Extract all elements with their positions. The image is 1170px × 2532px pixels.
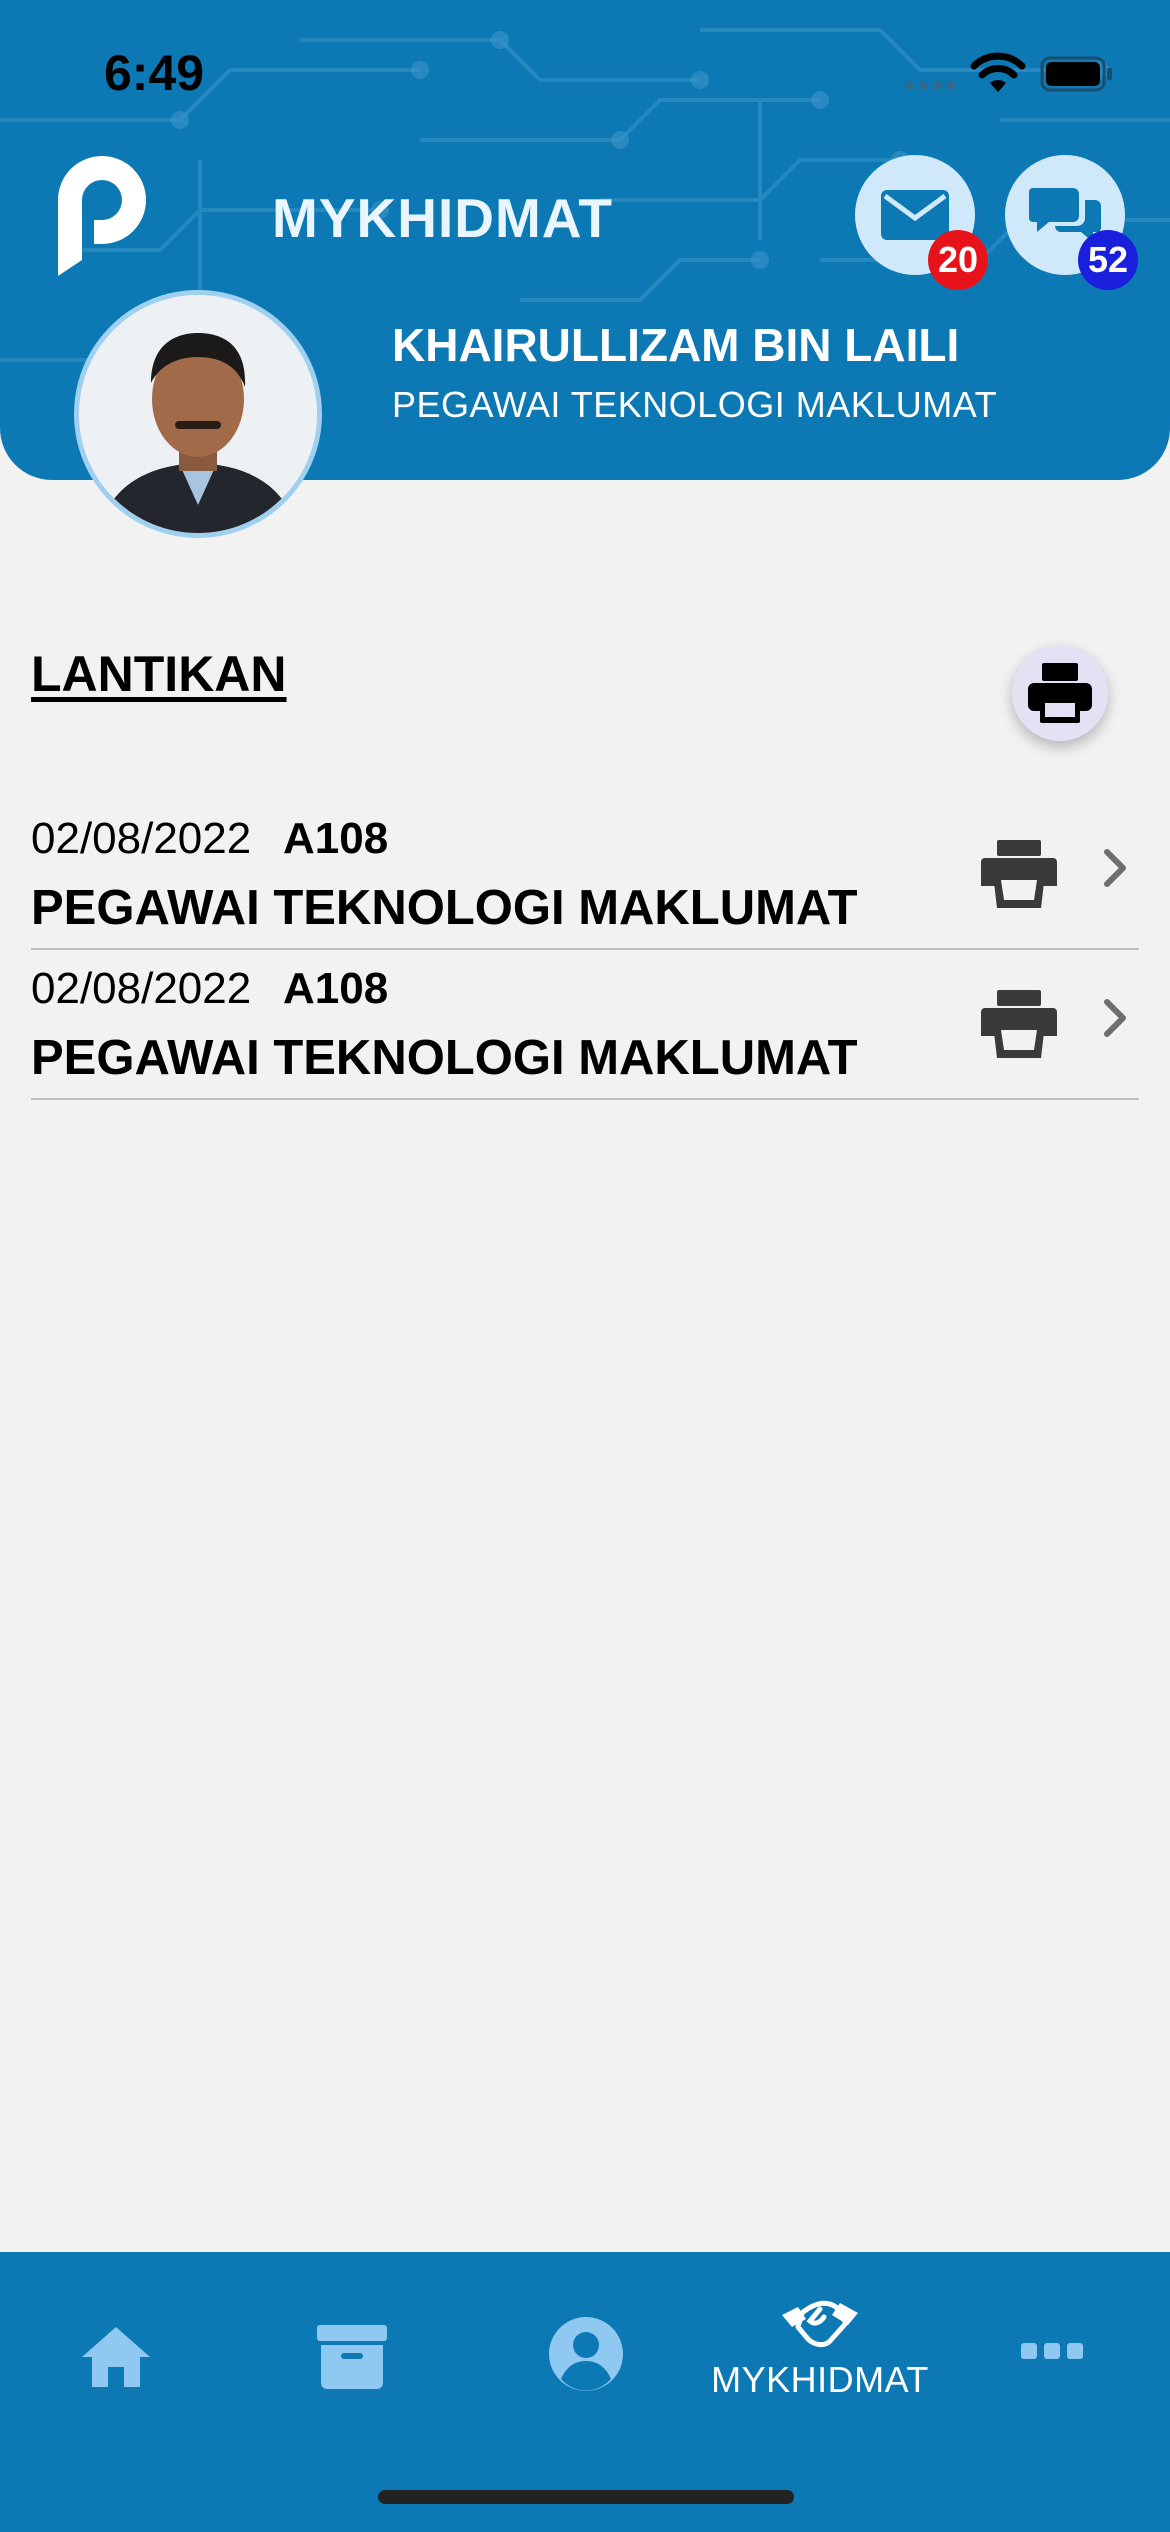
mail-icon	[881, 190, 949, 240]
user-position: PEGAWAI TEKNOLOGI MAKLUMAT	[392, 384, 998, 425]
avatar[interactable]	[74, 290, 322, 538]
home-indicator[interactable]	[378, 2490, 794, 2504]
nav-home[interactable]	[76, 2317, 156, 2397]
home-icon	[82, 2327, 150, 2387]
nav-archive[interactable]	[312, 2317, 392, 2397]
appointment-code: A108	[283, 814, 389, 863]
printer-icon[interactable]	[981, 990, 1057, 1058]
nav-label: MYKHIDMAT	[711, 2359, 929, 2400]
profile-icon	[549, 2317, 623, 2391]
print-all-button[interactable]	[1012, 645, 1108, 741]
appointment-date: 02/08/2022	[31, 814, 252, 863]
chevron-right-icon[interactable]	[1103, 848, 1127, 888]
status-time: 6:49	[104, 45, 205, 101]
more-icon	[1021, 2343, 1083, 2359]
cellular-signal-icon	[905, 81, 956, 90]
printer-icon[interactable]	[981, 840, 1057, 908]
app-logo-icon	[58, 156, 146, 276]
avatar-photo	[79, 295, 317, 533]
battery-icon	[1040, 56, 1112, 92]
nav-profile[interactable]	[544, 2312, 628, 2396]
appointment-date: 02/08/2022	[31, 964, 252, 1013]
list-item[interactable]: 02/08/2022 A108 PEGAWAI TEKNOLOGI MAKLUM…	[31, 800, 1139, 950]
section-title: LANTIKAN	[31, 646, 287, 702]
chevron-right-icon[interactable]	[1103, 998, 1127, 1038]
nav-more[interactable]	[1012, 2327, 1092, 2377]
list-item[interactable]: 02/08/2022 A108 PEGAWAI TEKNOLOGI MAKLUM…	[31, 950, 1139, 1100]
appointment-position: PEGAWAI TEKNOLOGI MAKLUMAT	[31, 881, 858, 935]
handshake-icon	[782, 2300, 858, 2348]
archive-icon	[317, 2325, 387, 2389]
appointment-position: PEGAWAI TEKNOLOGI MAKLUMAT	[31, 1031, 858, 1085]
nav-mykhidmat[interactable]: MYKHIDMAT	[700, 2292, 940, 2402]
printer-icon	[1028, 663, 1092, 723]
user-name: KHAIRULLIZAM BIN LAILI	[392, 319, 960, 371]
chat-badge: 52	[1078, 230, 1138, 290]
wifi-icon	[970, 52, 1026, 92]
appointment-code: A108	[283, 964, 389, 1013]
mail-badge: 20	[928, 230, 988, 290]
app-title: MYKHIDMAT	[272, 187, 613, 249]
